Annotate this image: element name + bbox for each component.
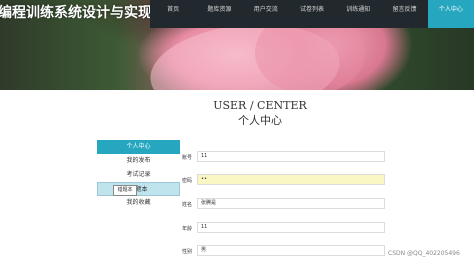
- nav-question-bank[interactable]: 题库资源: [196, 0, 242, 28]
- age-label: 年龄: [182, 226, 193, 232]
- hover-tooltip: 错题本: [113, 185, 137, 196]
- nav-exam-list[interactable]: 试卷列表: [289, 0, 335, 28]
- section-title-cn: 个人中心: [238, 114, 282, 127]
- nav-training-notice[interactable]: 训练通知: [335, 0, 381, 28]
- site-title: 编程训练系统设计与实现: [0, 5, 152, 21]
- nav-home[interactable]: 首页: [150, 0, 196, 28]
- section-title-en: USER / CENTER: [213, 99, 307, 112]
- side-item-favorites[interactable]: 我的收藏: [97, 196, 180, 210]
- account-label: 账号: [182, 155, 193, 161]
- side-menu: 个人中心 我的发布 考试记录 错题本 我的收藏: [97, 140, 180, 210]
- top-nav: 首页 题库资源 用户交流 试卷列表 训练通知 留言反馈 个人中心: [150, 0, 474, 28]
- account-field[interactable]: 11: [197, 151, 385, 162]
- name-label: 姓名: [182, 202, 193, 208]
- password-label: 密码: [182, 178, 193, 184]
- side-item-wrong-questions[interactable]: 错题本: [97, 182, 180, 196]
- age-field[interactable]: 11: [197, 222, 385, 233]
- gender-label: 性别: [182, 249, 193, 255]
- nav-personal-center[interactable]: 个人中心: [427, 0, 474, 28]
- name-field[interactable]: 张腾是: [197, 198, 385, 209]
- gender-field[interactable]: 男: [197, 245, 385, 256]
- side-item-my-posts[interactable]: 我的发布: [97, 154, 180, 168]
- watermark: CSDN @QQ_402205496: [388, 250, 460, 257]
- side-menu-header[interactable]: 个人中心: [97, 140, 180, 154]
- password-field[interactable]: ••: [197, 174, 385, 185]
- nav-user-exchange[interactable]: 用户交流: [243, 0, 289, 28]
- nav-feedback[interactable]: 留言反馈: [381, 0, 427, 28]
- side-item-exam-records[interactable]: 考试记录: [97, 168, 180, 182]
